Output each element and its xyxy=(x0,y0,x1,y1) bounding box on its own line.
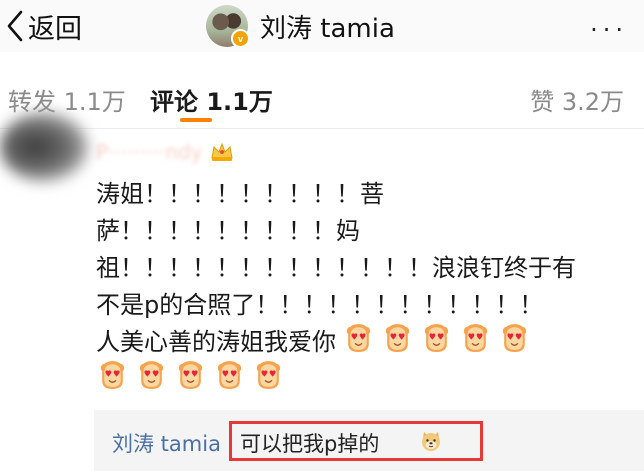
commenter-name-row: P·········ndy xyxy=(96,140,234,164)
comment-line-with-emoji: 人美心善的涛姐我爱你 xyxy=(96,323,616,361)
tab-like[interactable]: 赞 3.2万 xyxy=(530,82,624,117)
heart-eyes-icon xyxy=(252,358,285,391)
doge-icon xyxy=(422,432,440,451)
heart-eyes-icon xyxy=(342,321,375,354)
reply-text: 可以把我p掉的 xyxy=(240,432,380,456)
avatar[interactable]: v xyxy=(206,5,250,48)
tab-bar: 转发 1.1万 评论 1.1万 赞 3.2万 xyxy=(0,68,644,126)
emoji-line xyxy=(96,360,616,398)
comment-body: 涛姐！！！！！！！！！菩 萨！！！！！！！！！妈 祖！！！！！！！！！！！！！浪… xyxy=(96,176,616,398)
emoji-group xyxy=(96,358,291,402)
emoji-group xyxy=(342,321,537,365)
commenter-avatar[interactable] xyxy=(0,112,88,182)
crown-icon xyxy=(211,142,234,161)
heart-eyes-icon xyxy=(96,358,129,391)
heart-eyes-icon xyxy=(381,321,414,354)
heart-eyes-icon xyxy=(420,321,453,354)
comment-line: 人美心善的涛姐我爱你 xyxy=(96,328,336,356)
comment-line: 涛姐！！！！！！！！！菩 xyxy=(96,180,384,208)
verified-badge-icon: v xyxy=(231,29,250,48)
header-title-group[interactable]: v 刘涛 tamia xyxy=(206,0,395,52)
heart-eyes-icon xyxy=(174,358,207,391)
tab-repost[interactable]: 转发 1.1万 xyxy=(8,82,126,117)
comment-line: 不是p的合照了！！！！！！！！！！！！ xyxy=(96,291,544,319)
divider xyxy=(0,128,644,129)
heart-eyes-icon xyxy=(213,358,246,391)
nav-bar: 返回 v 刘涛 tamia ··· xyxy=(0,0,644,52)
back-button[interactable]: 返回 xyxy=(6,4,82,48)
heart-eyes-icon xyxy=(459,321,492,354)
back-label: 返回 xyxy=(28,13,82,45)
heart-eyes-icon xyxy=(498,321,531,354)
comment-line: 祖！！！！！！！！！！！！！浪浪钉终于有 xyxy=(96,254,576,282)
commenter-name[interactable]: P·········ndy xyxy=(96,140,202,164)
active-tab-indicator xyxy=(180,118,212,122)
tab-comment[interactable]: 评论 1.1万 xyxy=(150,82,273,117)
more-options-icon[interactable]: ··· xyxy=(590,16,628,44)
heart-eyes-icon xyxy=(135,358,168,391)
chevron-left-icon xyxy=(6,10,24,42)
comment-line: 萨！！！！！！！！！妈 xyxy=(96,217,360,245)
page-title: 刘涛 tamia xyxy=(260,13,395,44)
reply-author[interactable]: 刘涛 tamia xyxy=(112,428,221,458)
